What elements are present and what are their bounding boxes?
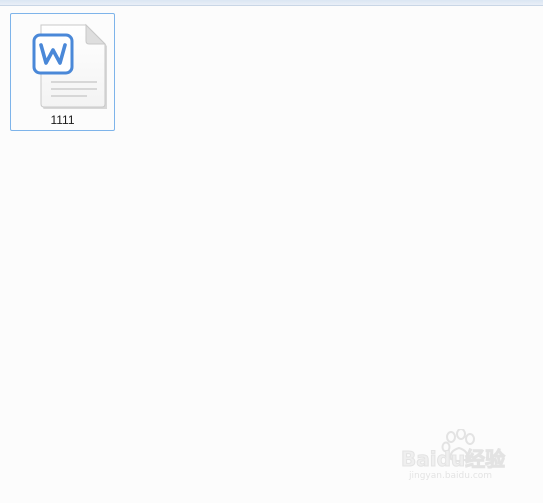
baidu-jingyan-watermark: Baidu经验 jingyan.baidu.com (395, 429, 515, 485)
word-document-icon (32, 23, 107, 109)
watermark-brand: Baidu经验 (400, 447, 506, 472)
watermark-url: jingyan.baidu.com (409, 471, 493, 481)
toolbar-bottom-edge (0, 0, 543, 6)
file-name-label: 1111 (50, 113, 75, 127)
file-item[interactable]: 1111 (10, 13, 115, 131)
file-explorer-content-area: 1111 Baidu经验 jingyan.baidu.com (0, 0, 543, 503)
